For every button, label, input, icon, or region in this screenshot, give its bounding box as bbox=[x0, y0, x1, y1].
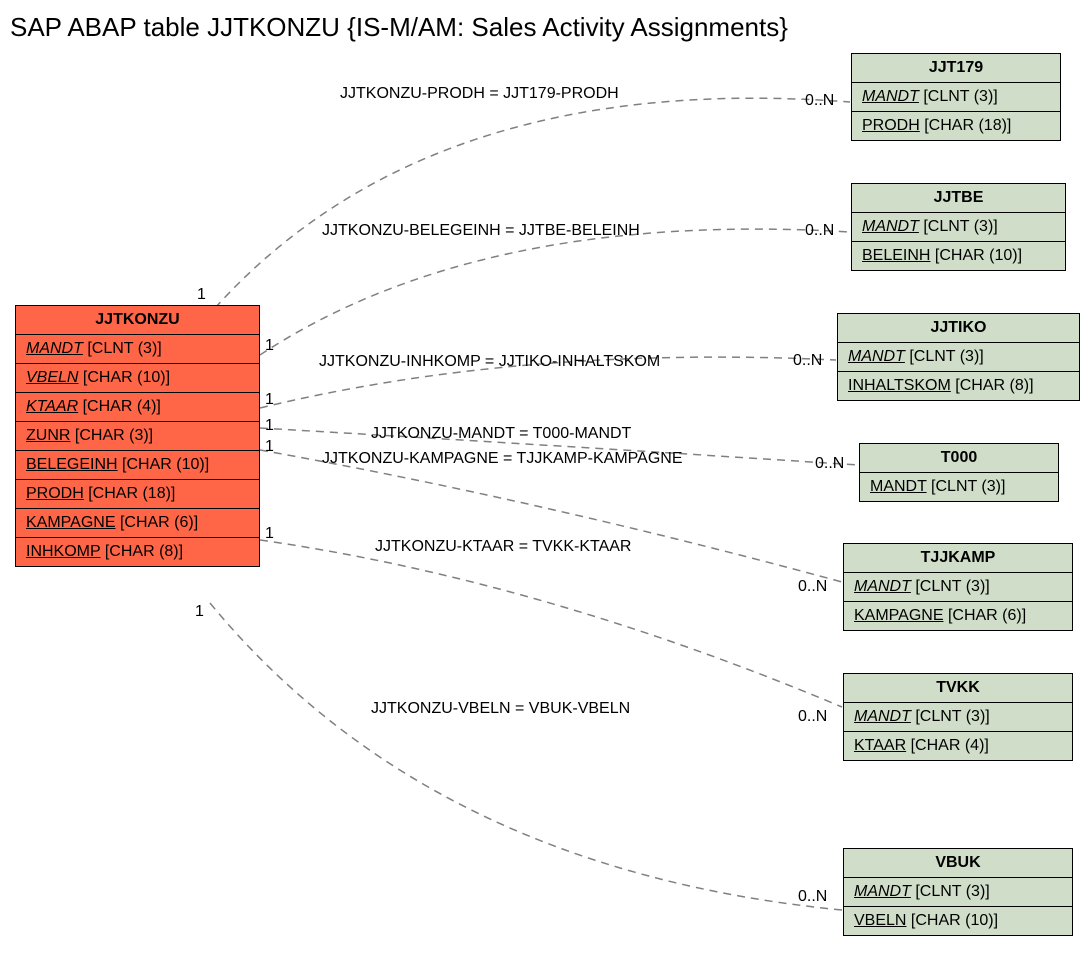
edge-label: JJTKONZU-MANDT = T000-MANDT bbox=[371, 425, 631, 443]
edge-label: JJTKONZU-BELEGEINH = JJTBE-BELEINH bbox=[322, 222, 640, 240]
field-row: PRODH [CHAR (18)] bbox=[16, 480, 259, 509]
edge-label: JJTKONZU-KTAAR = TVKK-KTAAR bbox=[375, 538, 631, 556]
field-row: MANDT [CLNT (3)] bbox=[844, 878, 1072, 907]
entity-header: JJT179 bbox=[852, 54, 1060, 83]
cardinality-left: 1 bbox=[265, 337, 274, 355]
edge-label: JJTKONZU-PRODH = JJT179-PRODH bbox=[340, 85, 619, 103]
cardinality-left: 1 bbox=[265, 525, 274, 543]
entity-header: JJTIKO bbox=[838, 314, 1079, 343]
entity-tjjkamp: TJJKAMP MANDT [CLNT (3)] KAMPAGNE [CHAR … bbox=[843, 543, 1073, 631]
field-row: ZUNR [CHAR (3)] bbox=[16, 422, 259, 451]
entity-jjtbe: JJTBE MANDT [CLNT (3)] BELEINH [CHAR (10… bbox=[851, 183, 1066, 271]
cardinality-right: 0..N bbox=[805, 92, 834, 110]
cardinality-left: 1 bbox=[195, 603, 204, 621]
field-row: MANDT [CLNT (3)] bbox=[852, 213, 1065, 242]
field-row: MANDT [CLNT (3)] bbox=[844, 573, 1072, 602]
field-row: INHALTSKOM [CHAR (8)] bbox=[838, 372, 1079, 400]
entity-t000: T000 MANDT [CLNT (3)] bbox=[859, 443, 1059, 502]
cardinality-right: 0..N bbox=[798, 578, 827, 596]
field-row: MANDT [CLNT (3)] bbox=[844, 703, 1072, 732]
field-row: KAMPAGNE [CHAR (6)] bbox=[844, 602, 1072, 630]
entity-header: VBUK bbox=[844, 849, 1072, 878]
edge-label: JJTKONZU-INHKOMP = JJTIKO-INHALTSKOM bbox=[319, 353, 660, 371]
diagram-title: SAP ABAP table JJTKONZU {IS-M/AM: Sales … bbox=[10, 12, 788, 43]
field-row: VBELN [CHAR (10)] bbox=[16, 364, 259, 393]
entity-jjtiko: JJTIKO MANDT [CLNT (3)] INHALTSKOM [CHAR… bbox=[837, 313, 1080, 401]
edge-label: JJTKONZU-KAMPAGNE = TJJKAMP-KAMPAGNE bbox=[322, 450, 683, 468]
field-row: KTAAR [CHAR (4)] bbox=[844, 732, 1072, 760]
field-row: MANDT [CLNT (3)] bbox=[860, 473, 1058, 501]
entity-jjtkonzu: JJTKONZU MANDT [CLNT (3)] VBELN [CHAR (1… bbox=[15, 305, 260, 567]
entity-tvkk: TVKK MANDT [CLNT (3)] KTAAR [CHAR (4)] bbox=[843, 673, 1073, 761]
field-row: MANDT [CLNT (3)] bbox=[852, 83, 1060, 112]
field-row: INHKOMP [CHAR (8)] bbox=[16, 538, 259, 566]
cardinality-right: 0..N bbox=[815, 455, 844, 473]
entity-jjt179: JJT179 MANDT [CLNT (3)] PRODH [CHAR (18)… bbox=[851, 53, 1061, 141]
cardinality-left: 1 bbox=[265, 391, 274, 409]
field-row: BELEGEINH [CHAR (10)] bbox=[16, 451, 259, 480]
cardinality-right: 0..N bbox=[805, 222, 834, 240]
entity-header: TJJKAMP bbox=[844, 544, 1072, 573]
edge-label: JJTKONZU-VBELN = VBUK-VBELN bbox=[371, 700, 630, 718]
cardinality-left: 1 bbox=[197, 286, 206, 304]
entity-header: TVKK bbox=[844, 674, 1072, 703]
cardinality-right: 0..N bbox=[793, 352, 822, 370]
cardinality-left: 1 bbox=[265, 417, 274, 435]
field-row: PRODH [CHAR (18)] bbox=[852, 112, 1060, 140]
field-row: BELEINH [CHAR (10)] bbox=[852, 242, 1065, 270]
entity-header: JJTBE bbox=[852, 184, 1065, 213]
field-row: VBELN [CHAR (10)] bbox=[844, 907, 1072, 935]
field-row: KAMPAGNE [CHAR (6)] bbox=[16, 509, 259, 538]
field-row: MANDT [CLNT (3)] bbox=[838, 343, 1079, 372]
entity-vbuk: VBUK MANDT [CLNT (3)] VBELN [CHAR (10)] bbox=[843, 848, 1073, 936]
cardinality-left: 1 bbox=[265, 438, 274, 456]
cardinality-right: 0..N bbox=[798, 888, 827, 906]
field-row: MANDT [CLNT (3)] bbox=[16, 335, 259, 364]
entity-header: JJTKONZU bbox=[16, 306, 259, 335]
entity-header: T000 bbox=[860, 444, 1058, 473]
cardinality-right: 0..N bbox=[798, 708, 827, 726]
field-row: KTAAR [CHAR (4)] bbox=[16, 393, 259, 422]
